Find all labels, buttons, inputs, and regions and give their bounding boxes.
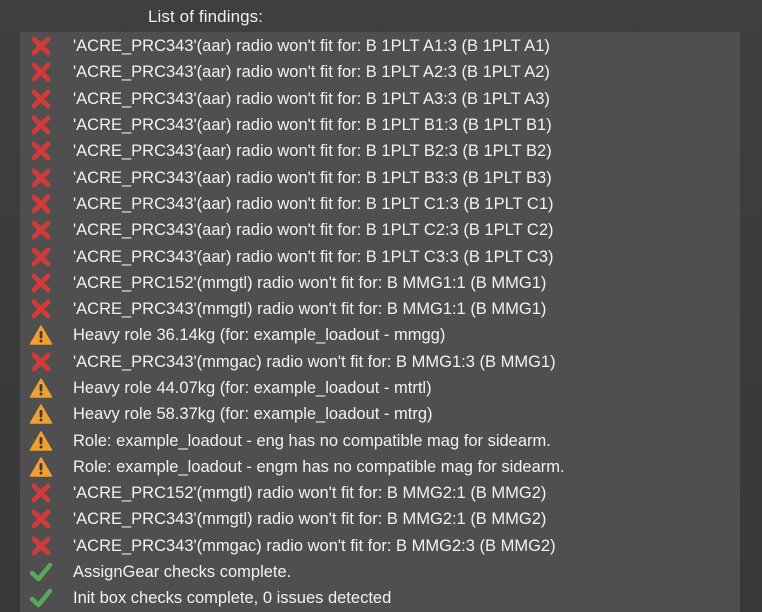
- warning-icon: [29, 456, 53, 478]
- finding-text: 'ACRE_PRC343'(aar) radio won't fit for: …: [73, 168, 552, 187]
- checkmark-icon: [29, 561, 53, 583]
- x-icon: [29, 298, 53, 320]
- warning-icon: [29, 324, 53, 346]
- x-icon: [29, 114, 53, 136]
- x-icon: [29, 246, 53, 268]
- finding-text: Heavy role 58.37kg (for: example_loadout…: [73, 405, 433, 424]
- finding-text: 'ACRE_PRC343'(aar) radio won't fit for: …: [73, 37, 550, 56]
- finding-row: 'ACRE_PRC343'(aar) radio won't fit for: …: [20, 243, 740, 269]
- finding-text: 'ACRE_PRC343'(aar) radio won't fit for: …: [73, 194, 554, 213]
- x-icon: [29, 508, 53, 530]
- finding-row: 'ACRE_PRC343'(aar) radio won't fit for: …: [20, 86, 740, 112]
- finding-row: 'ACRE_PRC343'(aar) radio won't fit for: …: [20, 217, 740, 243]
- finding-text: Heavy role 44.07kg (for: example_loadout…: [73, 379, 432, 397]
- x-icon: [29, 35, 53, 57]
- x-icon: [29, 140, 53, 162]
- finding-row: 'ACRE_PRC343'(aar) radio won't fit for: …: [20, 138, 740, 164]
- finding-text: 'ACRE_PRC343'(aar) radio won't fit for: …: [73, 116, 552, 135]
- finding-row: 'ACRE_PRC343'(aar) radio won't fit for: …: [20, 191, 740, 217]
- finding-text: 'ACRE_PRC343'(aar) radio won't fit for: …: [73, 247, 554, 266]
- finding-text: 'ACRE_PRC343'(mmgac) radio won't fit for…: [73, 352, 556, 371]
- finding-row: 'ACRE_PRC343'(mmgtl) radio won't fit for…: [20, 296, 740, 322]
- finding-row: 'ACRE_PRC152'(mmgtl) radio won't fit for…: [20, 270, 740, 296]
- x-icon: [29, 351, 53, 373]
- warning-icon: [29, 403, 53, 425]
- findings-panel[interactable]: 'ACRE_PRC343'(aar) radio won't fit for: …: [20, 32, 740, 612]
- findings-list: 'ACRE_PRC343'(aar) radio won't fit for: …: [20, 33, 740, 612]
- finding-row: Heavy role 44.07kg (for: example_loadout…: [20, 375, 740, 401]
- finding-text: 'ACRE_PRC343'(mmgtl) radio won't fit for…: [73, 510, 547, 529]
- finding-text: 'ACRE_PRC343'(aar) radio won't fit for: …: [73, 63, 550, 82]
- finding-row: 'ACRE_PRC343'(aar) radio won't fit for: …: [20, 112, 740, 138]
- x-icon: [29, 535, 53, 557]
- finding-text: 'ACRE_PRC343'(aar) radio won't fit for: …: [73, 142, 552, 161]
- finding-row: 'ACRE_PRC343'(mmgtl) radio won't fit for…: [20, 506, 740, 532]
- finding-text: 'ACRE_PRC343'(aar) radio won't fit for: …: [73, 89, 550, 108]
- x-icon: [29, 167, 53, 189]
- finding-row: 'ACRE_PRC343'(aar) radio won't fit for: …: [20, 33, 740, 59]
- x-icon: [29, 193, 53, 215]
- finding-row: 'ACRE_PRC343'(mmgac) radio won't fit for…: [20, 533, 740, 559]
- finding-text: Role: example_loadout - eng has no compa…: [73, 431, 551, 450]
- findings-title: List of findings:: [148, 7, 264, 26]
- finding-text: 'ACRE_PRC152'(mmgtl) radio won't fit for…: [73, 273, 547, 292]
- finding-text: Init box checks complete, 0 issues detec…: [73, 589, 392, 608]
- finding-row: Role: example_loadout - eng has no compa…: [20, 427, 740, 453]
- finding-text: 'ACRE_PRC152'(mmgtl) radio won't fit for…: [73, 484, 547, 503]
- x-icon: [29, 88, 53, 110]
- finding-row: 'ACRE_PRC343'(aar) radio won't fit for: …: [20, 164, 740, 190]
- findings-window: List of findings: 'ACRE_PRC343'(aar) rad…: [0, 0, 762, 612]
- x-icon: [29, 61, 53, 83]
- finding-text: 'ACRE_PRC343'(mmgac) radio won't fit for…: [73, 536, 556, 555]
- finding-text: 'ACRE_PRC343'(mmgtl) radio won't fit for…: [73, 300, 547, 319]
- finding-text: Role: example_loadout - engm has no comp…: [73, 457, 565, 476]
- finding-row: 'ACRE_PRC152'(mmgtl) radio won't fit for…: [20, 480, 740, 506]
- x-icon: [29, 482, 53, 504]
- finding-row: Role: example_loadout - engm has no comp…: [20, 454, 740, 480]
- finding-row: 'ACRE_PRC343'(aar) radio won't fit for: …: [20, 59, 740, 85]
- finding-text: Heavy role 36.14kg (for: example_loadout…: [73, 326, 446, 345]
- checkmark-icon: [29, 587, 53, 609]
- finding-text: 'ACRE_PRC343'(aar) radio won't fit for: …: [73, 221, 554, 240]
- finding-row: 'ACRE_PRC343'(mmgac) radio won't fit for…: [20, 349, 740, 375]
- warning-icon: [29, 430, 53, 452]
- finding-row: Heavy role 36.14kg (for: example_loadout…: [20, 322, 740, 348]
- x-icon: [29, 272, 53, 294]
- finding-row: Heavy role 58.37kg (for: example_loadout…: [20, 401, 740, 427]
- finding-text: AssignGear checks complete.: [73, 563, 292, 582]
- x-icon: [29, 219, 53, 241]
- finding-row: AssignGear checks complete.: [20, 559, 740, 585]
- warning-icon: [29, 377, 53, 399]
- finding-row: Init box checks complete, 0 issues detec…: [20, 585, 740, 611]
